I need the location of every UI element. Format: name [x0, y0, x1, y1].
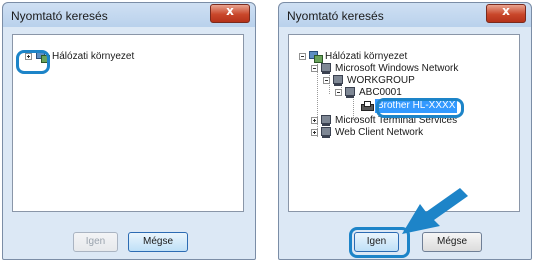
close-icon: x [502, 4, 510, 18]
close-button[interactable]: x [210, 4, 250, 23]
collapse-icon[interactable] [299, 53, 306, 60]
tree-item-web-client-network[interactable]: Web Client Network [311, 126, 511, 140]
ok-button[interactable]: Igen [73, 232, 118, 252]
tree-item-label: Hálózati környezet [52, 51, 135, 62]
dialog-title: Nyomtató keresés [11, 9, 108, 23]
collapse-icon[interactable] [335, 89, 342, 96]
expand-icon[interactable] [311, 129, 318, 136]
computer-icon [321, 127, 331, 138]
highlight-expander [16, 50, 50, 74]
collapse-icon[interactable] [311, 65, 318, 72]
computer-icon [333, 75, 343, 86]
highlight-printer [376, 98, 464, 118]
collapse-icon[interactable] [323, 77, 330, 84]
computer-icon [345, 87, 355, 98]
printer-icon [361, 101, 374, 111]
dialog-title: Nyomtató keresés [287, 9, 384, 23]
title-bar: Nyomtató keresés x [3, 3, 255, 27]
close-button[interactable]: x [486, 4, 526, 23]
tree-item-label: Web Client Network [335, 127, 424, 138]
network-icon [309, 51, 323, 63]
computer-icon [321, 63, 331, 74]
pointer-arrow-icon [402, 188, 468, 234]
title-bar: Nyomtató keresés x [279, 3, 531, 27]
search-printer-dialog-left: Nyomtató keresés x Hálózati környezet Ig… [2, 2, 256, 260]
computer-icon [321, 115, 331, 126]
expand-icon[interactable] [311, 117, 318, 124]
cancel-button[interactable]: Mégse [128, 232, 188, 252]
close-icon: x [226, 4, 234, 18]
